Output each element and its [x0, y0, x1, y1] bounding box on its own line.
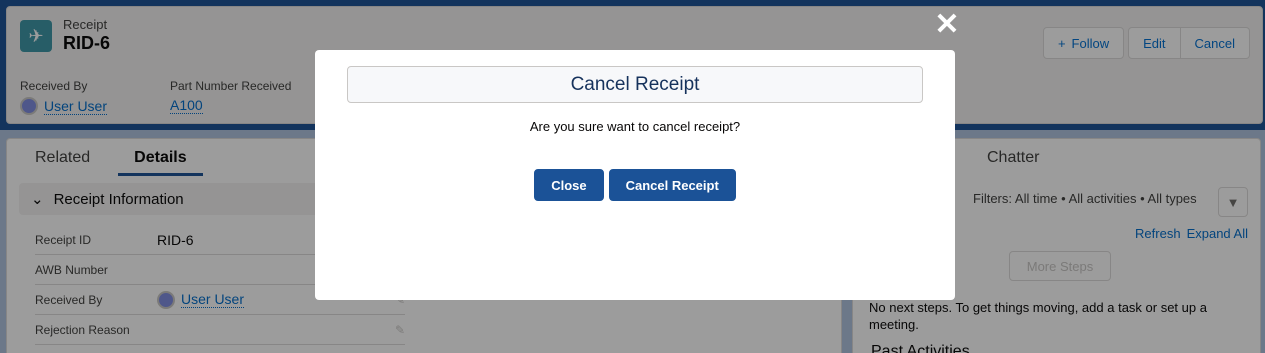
dialog-message: Are you sure want to cancel receipt? [529, 119, 741, 134]
cancel-receipt-button[interactable]: Cancel Receipt [608, 169, 736, 201]
cancel-receipt-dialog: Cancel Receipt Are you sure want to canc… [315, 50, 955, 300]
dialog-actions: Close Cancel Receipt [315, 169, 955, 201]
close-button[interactable]: Close [534, 169, 604, 201]
close-icon[interactable]: ✕ [934, 10, 960, 40]
dialog-title: Cancel Receipt [347, 66, 923, 103]
